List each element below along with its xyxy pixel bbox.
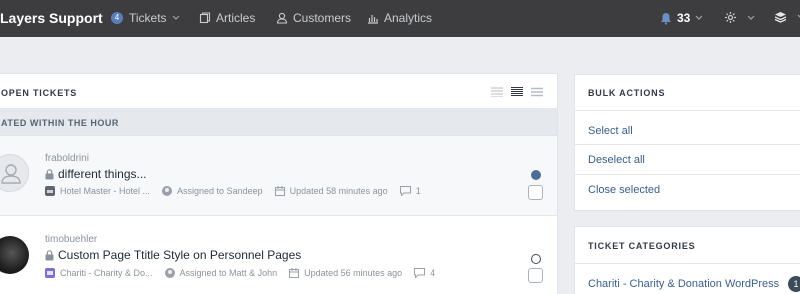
ticket-updated-text: Updated 58 minutes ago (289, 186, 388, 196)
layers-logo-icon (774, 12, 787, 23)
ticket-username[interactable]: fraboldrini (45, 153, 89, 164)
divider (575, 263, 800, 264)
ticket-product-text: Hotel Master - Hotel ... (60, 186, 151, 196)
ticket-updated: Updated 58 minutes ago (274, 186, 388, 196)
nav-analytics[interactable]: Analytics (367, 11, 432, 25)
gear-icon (725, 12, 736, 23)
nav-customers-label: Customers (293, 11, 352, 25)
agent-avatar-icon (164, 268, 175, 278)
settings-button[interactable] (724, 11, 755, 24)
ticket-subject[interactable]: Custom Page Ttitle Style on Personnel Pa… (45, 248, 301, 262)
chevron-down-icon (172, 15, 179, 20)
view-compact-icon[interactable] (511, 87, 523, 97)
product-icon (45, 186, 55, 196)
default-avatar-icon (1, 164, 21, 184)
open-tickets-header: OPEN TICKETS (0, 74, 557, 109)
nav-tickets[interactable]: 4 Tickets (111, 11, 180, 25)
ticket-categories-panel: TICKET CATEGORIES Chariti - Charity & Do… (574, 226, 800, 294)
product-icon (45, 268, 55, 278)
view-list-icon[interactable] (531, 87, 543, 97)
ticket-group-header: ATED WITHIN THE HOUR (0, 109, 557, 136)
ticket-categories-title: TICKET CATEGORIES (588, 241, 696, 251)
comment-icon (414, 268, 426, 278)
ticket-subject[interactable]: different things... (45, 167, 147, 181)
lock-icon (45, 168, 54, 179)
ticket-group-title: ATED WITHIN THE HOUR (1, 118, 119, 128)
ticket-updated: Updated 56 minutes ago (289, 268, 402, 278)
ticket-product-text: Chariti - Charity & Do... (60, 268, 153, 278)
divider (575, 174, 800, 175)
articles-icon (199, 12, 211, 24)
nav-analytics-label: Analytics (384, 11, 433, 25)
avatar (0, 236, 29, 274)
calendar-icon (289, 268, 300, 278)
agent-avatar-icon (162, 186, 173, 196)
select-all-link[interactable]: Select all (588, 125, 633, 137)
lock-icon (45, 249, 54, 260)
ticket-select-checkbox[interactable] (528, 185, 543, 200)
ticket-status-indicator (531, 254, 541, 264)
ticket-product[interactable]: Hotel Master - Hotel ... (45, 186, 150, 196)
divider (575, 144, 800, 145)
chevron-down-icon (695, 15, 703, 20)
ticket-username[interactable]: timobuehler (45, 234, 97, 245)
bell-icon (661, 12, 671, 25)
view-comfortable-icon[interactable] (491, 87, 503, 97)
ticket-updated-text: Updated 56 minutes ago (304, 268, 403, 278)
account-menu-button[interactable] (774, 11, 800, 23)
ticket-subject-text: Custom Page Ttitle Style on Personnel Pa… (58, 248, 302, 262)
app-title[interactable]: Layers Support (0, 10, 103, 26)
ticket-assignee-text: Assigned to Sandeep (177, 186, 263, 196)
tickets-count-badge: 4 (111, 12, 123, 24)
category-item[interactable]: Chariti - Charity & Donation WordPress (588, 278, 779, 290)
ticket-subject-text: different things... (58, 167, 147, 181)
ticket-comments-count: 1 (415, 186, 421, 196)
category-count-badge: 1 (788, 276, 800, 292)
user-icon (276, 12, 288, 24)
nav-tickets-label: Tickets (129, 11, 167, 25)
avatar (0, 154, 29, 192)
bulk-actions-title: BULK ACTIONS (588, 88, 666, 98)
ticket-product[interactable]: Chariti - Charity & Do... (45, 268, 153, 278)
ticket-assignee-text: Assigned to Matt & John (179, 268, 278, 278)
chevron-down-icon (747, 15, 755, 20)
view-mode-toggle (491, 87, 543, 97)
divider (575, 110, 800, 111)
ticket-comments: 1 (399, 186, 421, 196)
ticket-select-checkbox[interactable] (528, 268, 543, 283)
close-selected-link[interactable]: Close selected (588, 184, 660, 196)
ticket-comments-count: 4 (430, 268, 436, 278)
top-navigation-bar: Layers Support 4 Tickets Articles Custom… (0, 0, 800, 37)
notifications-button[interactable]: 33 (660, 11, 703, 25)
bulk-actions-panel: BULK ACTIONS Select all Deselect all Clo… (574, 74, 800, 211)
nav-articles-label: Articles (216, 11, 256, 25)
ticket-row[interactable]: fraboldrini different things... Hotel Ma… (0, 136, 557, 216)
calendar-icon (274, 186, 285, 196)
open-tickets-title: OPEN TICKETS (1, 88, 78, 98)
ticket-assignee[interactable]: Assigned to Sandeep (162, 186, 263, 196)
bar-chart-icon (368, 15, 378, 24)
ticket-meta: Chariti - Charity & Do... Assigned to Ma… (45, 268, 447, 278)
ticket-status-indicator (531, 170, 541, 180)
ticket-meta: Hotel Master - Hotel ... Assigned to San… (45, 186, 433, 196)
ticket-comments: 4 (414, 268, 435, 278)
ticket-assignee[interactable]: Assigned to Matt & John (164, 268, 278, 278)
nav-customers[interactable]: Customers (276, 11, 351, 25)
notifications-count: 33 (677, 11, 691, 25)
nav-articles[interactable]: Articles (199, 11, 255, 25)
open-tickets-panel: OPEN TICKETS ATED WITHIN THE HOUR frabol… (0, 73, 558, 294)
ticket-row[interactable]: timobuehler Custom Page Ttitle Style on … (0, 217, 557, 294)
deselect-all-link[interactable]: Deselect all (588, 154, 645, 166)
comment-icon (399, 186, 411, 196)
